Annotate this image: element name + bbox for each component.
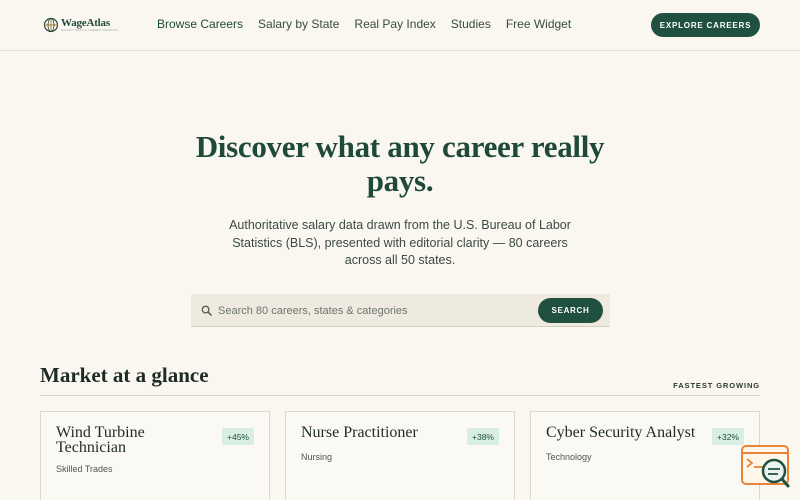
search-input[interactable] bbox=[218, 300, 528, 321]
fastest-growing-label: FASTEST GROWING bbox=[673, 381, 760, 390]
nav-browse-careers[interactable]: Browse Careers bbox=[157, 17, 243, 31]
site-header: WageAtlas SALARY DATA & CAREER INSIGHTS … bbox=[0, 0, 800, 51]
main-nav: Browse Careers Salary by State Real Pay … bbox=[157, 17, 571, 31]
compass-globe-icon bbox=[43, 17, 59, 33]
brand-logo[interactable]: WageAtlas SALARY DATA & CAREER INSIGHTS bbox=[43, 16, 118, 34]
growth-badge: +38% bbox=[467, 428, 499, 445]
career-card-nurse-practitioner[interactable]: Nurse Practitioner +38% Nursing bbox=[285, 411, 515, 500]
career-card-cyber-security[interactable]: Cyber Security Analyst +32% Technology bbox=[530, 411, 760, 500]
hero-subtitle: Authoritative salary data drawn from the… bbox=[229, 218, 571, 267]
career-card-wind-turbine[interactable]: Wind Turbine Technician +45% Skilled Tra… bbox=[40, 411, 270, 500]
chat-search-icon[interactable] bbox=[740, 444, 792, 490]
growth-badge: +32% bbox=[712, 428, 744, 445]
career-card-category: Nursing bbox=[301, 452, 333, 462]
growth-badge: +45% bbox=[222, 428, 254, 445]
brand-tagline: SALARY DATA & CAREER INSIGHTS bbox=[61, 28, 118, 32]
career-card-title: Nurse Practitioner bbox=[301, 424, 418, 441]
career-card-category: Skilled Trades bbox=[56, 464, 113, 474]
career-card-category: Technology bbox=[546, 452, 592, 462]
explore-careers-button[interactable]: EXPLORE CAREERS bbox=[651, 13, 760, 37]
market-section-title: Market at a glance bbox=[40, 363, 209, 387]
nav-free-widget[interactable]: Free Widget bbox=[506, 17, 571, 31]
nav-salary-by-state[interactable]: Salary by State bbox=[258, 17, 339, 31]
career-card-title: Wind Turbine Technician bbox=[56, 424, 145, 456]
nav-real-pay-index[interactable]: Real Pay Index bbox=[354, 17, 435, 31]
career-card-title: Cyber Security Analyst bbox=[546, 424, 696, 441]
search-bar: SEARCH bbox=[191, 294, 610, 327]
hero-title: Discover what any career really pays. bbox=[195, 129, 605, 198]
search-icon bbox=[201, 305, 212, 316]
section-divider bbox=[40, 395, 760, 396]
search-button[interactable]: SEARCH bbox=[538, 298, 603, 323]
nav-studies[interactable]: Studies bbox=[451, 17, 491, 31]
